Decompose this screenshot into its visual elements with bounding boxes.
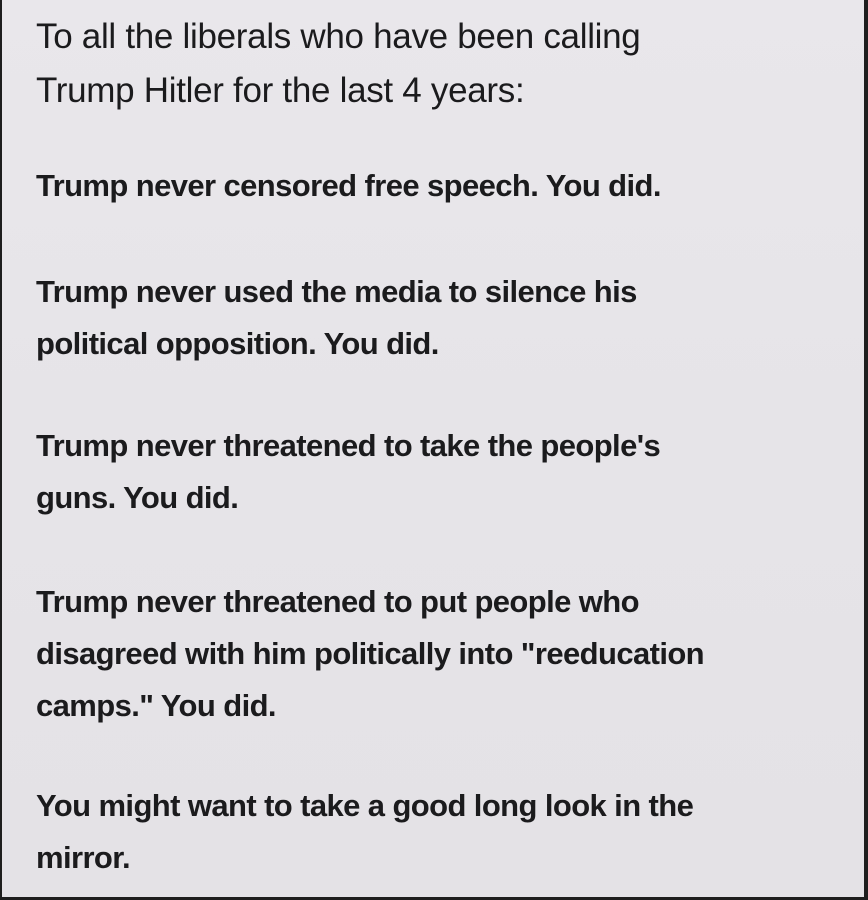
paragraph-1: Trump never censored free speech. You di…: [36, 168, 661, 203]
text-card: To all the liberals who have been callin…: [2, 0, 864, 897]
paragraph-3: Trump never threatened to take the peopl…: [36, 428, 661, 515]
paragraph-5: You might want to take a good long look …: [36, 788, 694, 875]
paragraph-2: Trump never used the media to silence hi…: [36, 274, 637, 361]
paragraph-4: Trump never threatened to put people who…: [36, 584, 705, 723]
image-frame: To all the liberals who have been callin…: [0, 0, 868, 900]
heading: To all the liberals who have been callin…: [36, 17, 641, 110]
